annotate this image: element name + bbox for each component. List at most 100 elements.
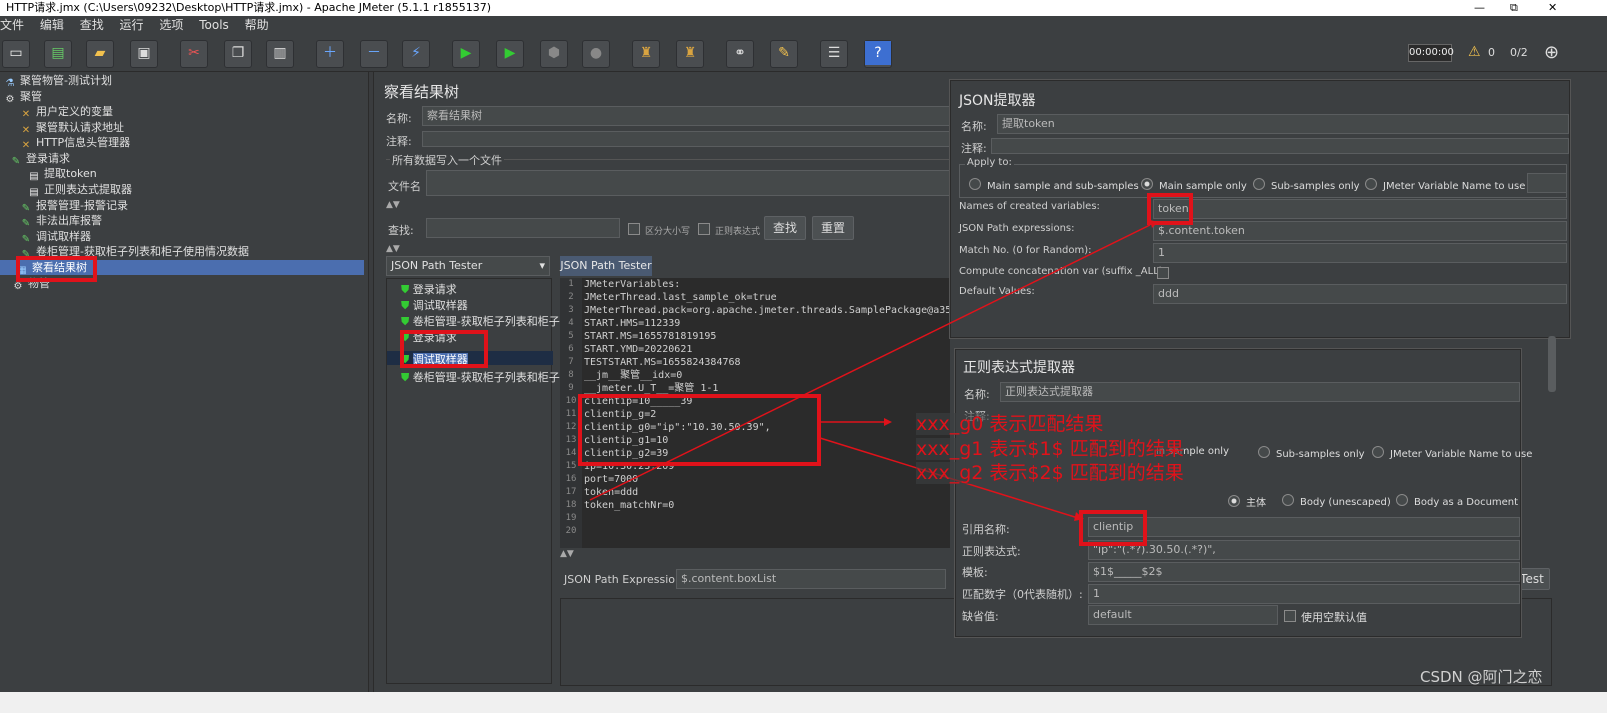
function-helper-button[interactable]: ☰ bbox=[820, 40, 848, 68]
clear-button[interactable]: ♜ bbox=[632, 40, 660, 68]
tree-item-header-manager[interactable]: ✕ HTTP信息头管理器 bbox=[20, 135, 130, 151]
cut-button[interactable]: ✂ bbox=[180, 40, 208, 68]
re-field-body[interactable]: 主体 bbox=[1228, 494, 1266, 509]
collapse-arrows-icon[interactable]: ▲▼ bbox=[386, 200, 400, 210]
re-use-empty-checkbox[interactable]: 使用空默认值 bbox=[1284, 609, 1367, 625]
maximize-button[interactable]: ⧉ bbox=[1510, 0, 1518, 15]
je-var-input[interactable]: token bbox=[1153, 199, 1567, 219]
expand-button[interactable]: ＋ bbox=[316, 40, 344, 68]
close-button[interactable]: ✕ bbox=[1548, 0, 1557, 15]
clear-all-button[interactable]: ♜ bbox=[676, 40, 704, 68]
tree-item-debug-sampler[interactable]: ✎ 调试取样器 bbox=[20, 229, 91, 245]
je-option-main-only[interactable]: Main sample only bbox=[1141, 178, 1247, 192]
renderer-select[interactable]: JSON Path Tester ▾ bbox=[386, 256, 550, 276]
je-default-input[interactable]: ddd bbox=[1153, 284, 1567, 304]
stop-button[interactable]: ⬢ bbox=[540, 40, 568, 68]
search-input[interactable] bbox=[426, 218, 620, 238]
open-button[interactable]: ▰ bbox=[86, 40, 114, 68]
reset-button[interactable]: 重置 bbox=[812, 216, 854, 240]
name-input[interactable]: 察看结果树 bbox=[422, 106, 1002, 126]
line-number: 7 bbox=[568, 357, 574, 367]
tree-item-default-request[interactable]: ✕ 聚管默认请求地址 bbox=[20, 120, 124, 136]
tree-item-thread-group[interactable]: ⚙ 聚管 bbox=[4, 89, 42, 105]
re-name-input[interactable]: 正则表达式提取器 bbox=[1000, 382, 1520, 402]
je-option-main-and-sub[interactable]: Main sample and sub-samples bbox=[969, 178, 1139, 192]
result-item[interactable]: ⛊ 卷柜管理-获取柜子列表和柜子 bbox=[401, 369, 560, 385]
code-line: __jm__聚管__idx=0 bbox=[584, 370, 683, 381]
case-sensitive-checkbox[interactable]: 区分大小写 bbox=[628, 223, 690, 237]
tree-item-user-vars[interactable]: ✕ 用户定义的变量 bbox=[20, 104, 113, 120]
result-item[interactable]: ⛊ 登录请求 bbox=[401, 281, 457, 297]
je-comment-input[interactable] bbox=[991, 138, 1569, 154]
re-template-input[interactable]: $1$_____$2$ bbox=[1088, 562, 1520, 582]
comment-input[interactable] bbox=[422, 131, 1002, 147]
menu-file[interactable]: 文件 bbox=[0, 18, 24, 32]
reset-search-button[interactable]: ✎ bbox=[770, 40, 798, 68]
save-button[interactable]: ▣ bbox=[130, 40, 158, 68]
radio-icon bbox=[1258, 446, 1270, 458]
collapse-button[interactable]: － bbox=[360, 40, 388, 68]
minus-icon: － bbox=[367, 45, 381, 61]
tree-item-test-plan[interactable]: ⚗ 聚管物管-测试计划 bbox=[4, 73, 112, 89]
re-option-var-name[interactable]: JMeter Variable Name to use bbox=[1372, 446, 1532, 460]
paste-button[interactable]: ▥ bbox=[266, 40, 294, 68]
je-path-input[interactable]: $.content.token bbox=[1153, 221, 1567, 241]
result-item[interactable]: ⛊ 卷柜管理-获取柜子列表和柜子 bbox=[401, 313, 560, 329]
minimize-button[interactable]: — bbox=[1474, 0, 1485, 15]
start-no-pause-button[interactable]: ▶ bbox=[496, 40, 524, 68]
re-default-input[interactable]: default bbox=[1088, 605, 1278, 625]
je-match-input[interactable]: 1 bbox=[1153, 243, 1567, 263]
start-button[interactable]: ▶ bbox=[452, 40, 480, 68]
re-regex-label: 正则表达式: bbox=[962, 545, 1021, 558]
collapse-arrows-icon-3[interactable]: ▲▼ bbox=[560, 549, 574, 559]
tree-item-alarm-record[interactable]: ✎ 报警管理-报警记录 bbox=[20, 198, 128, 214]
toggle-button[interactable]: ⚡ bbox=[402, 40, 430, 68]
json-path-expression-input[interactable]: $.content.boxList bbox=[676, 569, 946, 589]
menu-edit[interactable]: 编辑 bbox=[40, 18, 64, 32]
re-regex-input[interactable]: "ip":"(.*?).30.50.(.*?)", bbox=[1088, 540, 1520, 560]
re-field-body-document[interactable]: Body as a Document bbox=[1396, 494, 1518, 508]
shutdown-button[interactable]: ● bbox=[582, 40, 610, 68]
re-match-input[interactable]: 1 bbox=[1088, 584, 1520, 604]
scrollbar-thumb[interactable] bbox=[1548, 336, 1556, 392]
re-ref-input[interactable]: clientip bbox=[1088, 517, 1520, 537]
play-icon: ▶ bbox=[460, 45, 472, 61]
je-option-sub-only[interactable]: Sub-samples only bbox=[1253, 178, 1360, 192]
menu-help[interactable]: 帮助 bbox=[245, 18, 269, 32]
remote-icon[interactable]: ⊕ bbox=[1544, 42, 1559, 63]
tree-item-regex-extractor[interactable]: ▤ 正则表达式提取器 bbox=[28, 182, 132, 198]
je-var-name-input[interactable] bbox=[1527, 173, 1567, 193]
brush-icon: ✎ bbox=[778, 45, 790, 61]
je-apply-to-label: Apply to: bbox=[965, 157, 1014, 168]
code-line: START.HMS=112339 bbox=[584, 318, 681, 329]
je-option-var-name[interactable]: JMeter Variable Name to use bbox=[1365, 178, 1525, 192]
result-item[interactable]: ⛊ 调试取样器 bbox=[401, 297, 468, 313]
menu-search[interactable]: 查找 bbox=[80, 18, 104, 32]
templates-button[interactable]: ▤ bbox=[44, 40, 72, 68]
line-number: 6 bbox=[568, 344, 574, 354]
tree-item-extract-token[interactable]: ▤ 提取token bbox=[28, 166, 97, 182]
warning-icon[interactable]: ⚠ bbox=[1468, 44, 1481, 60]
tree-item-illegal-alarm[interactable]: ✎ 非法出库报警 bbox=[20, 213, 102, 229]
menu-tools[interactable]: Tools bbox=[199, 18, 229, 32]
re-field-body-unescaped[interactable]: Body (unescaped) bbox=[1282, 494, 1391, 508]
regex-checkbox[interactable]: 正则表达式 bbox=[698, 223, 760, 237]
menu-options[interactable]: 选项 bbox=[159, 18, 183, 32]
menu-run[interactable]: 运行 bbox=[120, 18, 144, 32]
help-button[interactable]: ? bbox=[864, 40, 892, 68]
je-concat-checkbox[interactable] bbox=[1157, 267, 1174, 281]
filename-input[interactable] bbox=[426, 170, 1006, 196]
tab-json-path-tester[interactable]: JSON Path Tester bbox=[560, 256, 652, 276]
re-option-sub-only[interactable]: Sub-samples only bbox=[1258, 446, 1365, 460]
collapse-arrows-icon-2[interactable]: ▲▼ bbox=[386, 244, 400, 254]
je-name-input[interactable]: 提取token bbox=[997, 114, 1569, 134]
copy-button[interactable]: ❐ bbox=[224, 40, 252, 68]
tree-item-login-request[interactable]: ✎ 登录请求 bbox=[10, 151, 70, 167]
annotation-g2: xxx_g2 表示$2$ 匹配到的结果 bbox=[916, 462, 1184, 484]
play-no-pause-icon: ▶ bbox=[504, 45, 516, 61]
find-button[interactable]: 查找 bbox=[764, 216, 806, 240]
split-pane-divider[interactable] bbox=[368, 72, 374, 692]
search-button[interactable]: ⚭ bbox=[726, 40, 754, 68]
radio-icon bbox=[969, 178, 981, 190]
new-file-button[interactable]: ▭ bbox=[2, 40, 30, 68]
